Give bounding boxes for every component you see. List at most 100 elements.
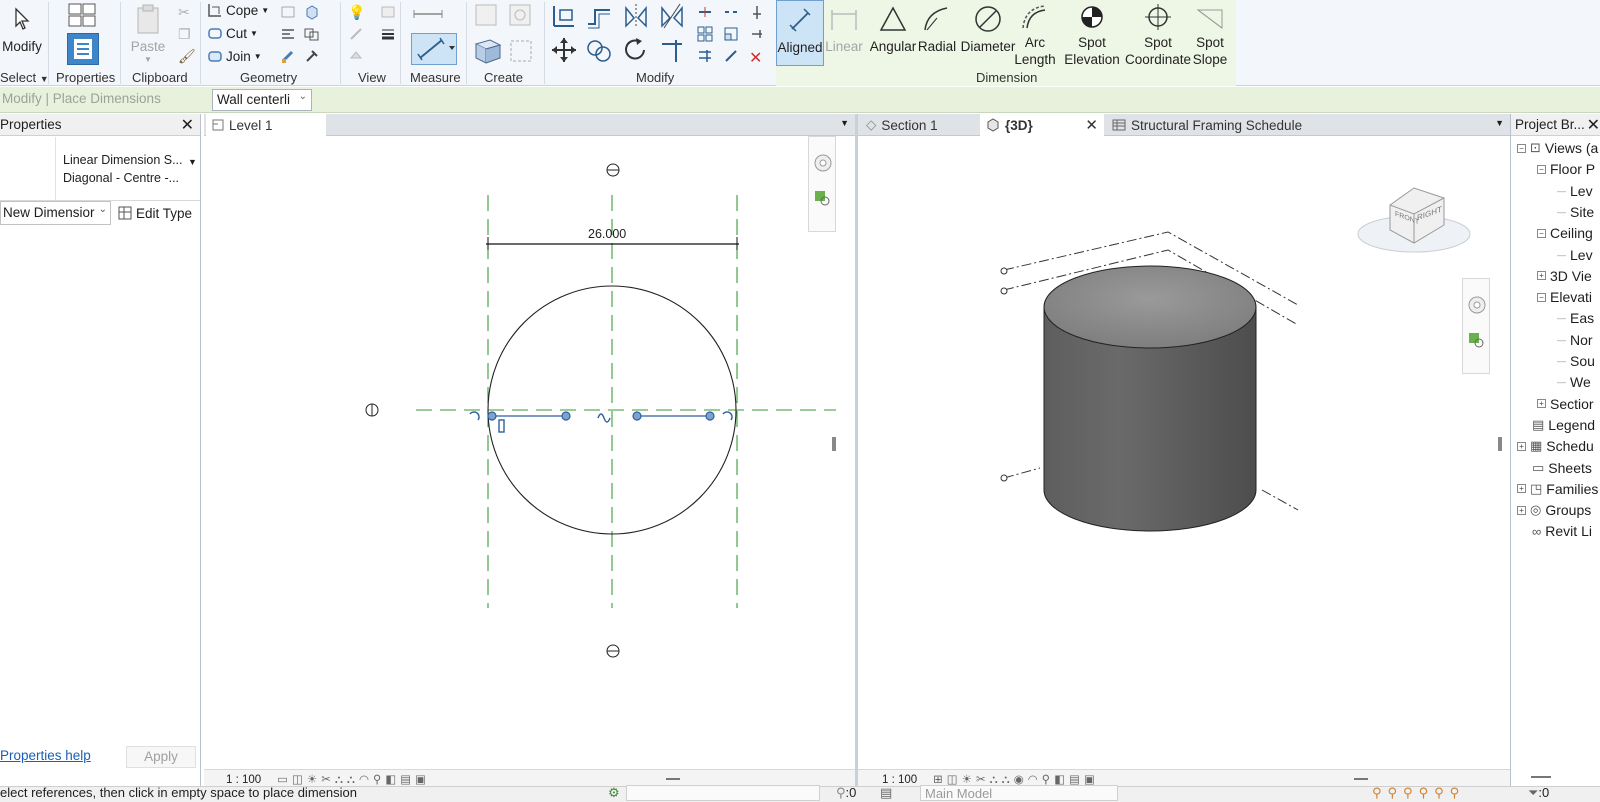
browser-item[interactable]: − ⊡ Views (a: [1517, 140, 1598, 156]
create-parts-icon[interactable]: [508, 2, 532, 28]
browser-item[interactable]: + ◳ Families: [1517, 481, 1598, 497]
demolish-icon[interactable]: [304, 48, 320, 64]
wall-joins-icon[interactable]: [280, 4, 296, 20]
spot-slope-dimension-button[interactable]: Spot Slope: [1188, 0, 1232, 68]
aligned-dimension-button[interactable]: Aligned: [776, 0, 824, 66]
browser-item[interactable]: — Nor: [1557, 332, 1593, 348]
scale-icon[interactable]: [723, 26, 739, 42]
steering-wheel-icon[interactable]: [1467, 295, 1487, 320]
tab-list-dropdown-icon[interactable]: ▼: [1495, 118, 1504, 128]
delete-icon[interactable]: ✕: [749, 48, 765, 67]
viewport-resize-handle[interactable]: [832, 437, 836, 451]
browser-item[interactable]: — We: [1557, 374, 1591, 390]
copy-element-icon[interactable]: [585, 36, 613, 64]
close-icon[interactable]: ✕: [181, 115, 194, 135]
split-gap-icon[interactable]: [723, 4, 739, 20]
browser-item[interactable]: + ▦ Schedu: [1517, 438, 1594, 454]
browser-item[interactable]: — Lev: [1557, 247, 1593, 263]
unpin-icon[interactable]: [723, 48, 739, 64]
arc-length-dimension-button[interactable]: Arc Length: [1013, 0, 1057, 68]
array-icon[interactable]: [697, 26, 713, 42]
modify-button[interactable]: Modify: [0, 0, 44, 68]
design-options-icon[interactable]: ▤: [880, 785, 892, 801]
close-tab-icon[interactable]: ✕: [1085, 116, 1098, 134]
spot-coordinate-dimension-button[interactable]: Spot Coordinate: [1124, 0, 1192, 68]
view-hide-icon[interactable]: [380, 4, 396, 20]
browser-item[interactable]: ▭ Sheets: [1517, 460, 1592, 476]
align-icon[interactable]: [550, 2, 578, 30]
placement-dropdown[interactable]: Wall centerli ⌄: [212, 89, 312, 111]
cut-clipboard-icon[interactable]: ✂: [178, 4, 194, 20]
instance-filter-dropdown[interactable]: New Dimensior ⌄: [0, 201, 111, 225]
scale-selector[interactable]: 1 : 100: [226, 774, 261, 786]
trim-multiple-icon[interactable]: [697, 48, 713, 64]
select-panel-label[interactable]: Select ▼: [0, 70, 49, 85]
browser-item[interactable]: + ◎ Groups: [1517, 502, 1591, 518]
properties-palette-button[interactable]: [67, 33, 99, 65]
angular-dimension-button[interactable]: Angular: [868, 0, 918, 68]
linework-icon[interactable]: [348, 26, 364, 42]
expand-icon[interactable]: +: [1537, 399, 1546, 409]
expand-icon[interactable]: +: [1537, 271, 1546, 281]
split-face-icon[interactable]: [280, 26, 296, 42]
tab-list-dropdown-icon[interactable]: ▼: [840, 118, 849, 128]
aligned-dimension-quick-button[interactable]: [411, 33, 457, 65]
rotate-icon[interactable]: [622, 36, 650, 64]
3d-view-canvas[interactable]: FRONT RIGHT: [858, 137, 1510, 769]
radial-dimension-button[interactable]: Radial: [915, 0, 959, 68]
worksets-icon[interactable]: ⚙: [608, 785, 620, 801]
create-similar-icon[interactable]: [508, 36, 536, 66]
create-assembly-icon[interactable]: [474, 2, 498, 28]
design-option-dropdown[interactable]: Main Model: [920, 785, 1118, 801]
zoom-icon[interactable]: [813, 189, 833, 214]
copy-icon[interactable]: ❐: [178, 26, 194, 42]
split-element-icon[interactable]: [697, 4, 713, 20]
spot-elevation-dimension-button[interactable]: Spot Elevation: [1064, 0, 1120, 68]
expand-icon[interactable]: +: [1517, 441, 1526, 451]
steering-wheel-icon[interactable]: [813, 153, 833, 178]
tab-section-1[interactable]: ◇ Section 1: [860, 114, 980, 136]
lightbulb-icon[interactable]: 💡: [348, 4, 365, 20]
match-properties-icon[interactable]: 🖌: [178, 48, 196, 64]
mirror-pick-axis-icon[interactable]: [622, 2, 650, 30]
browser-item[interactable]: − Ceiling: [1537, 225, 1593, 241]
cope-button[interactable]: Cope ▼: [207, 2, 269, 18]
measure-between-icon[interactable]: [412, 6, 448, 22]
pin-element-icon[interactable]: [749, 26, 765, 42]
trim-extend-icon[interactable]: [658, 36, 686, 64]
browser-item[interactable]: — Lev: [1557, 183, 1593, 199]
cut-geometry-button[interactable]: Cut ▼: [207, 25, 258, 41]
paint-icon[interactable]: [280, 48, 296, 64]
browser-item[interactable]: — Eas: [1557, 310, 1594, 326]
tab-structural-framing-schedule[interactable]: Structural Framing Schedule: [1106, 114, 1466, 136]
level-1-canvas[interactable]: 26.000: [204, 136, 855, 769]
unjoin-icon[interactable]: [304, 26, 320, 42]
move-icon[interactable]: [550, 36, 578, 64]
solid-icon[interactable]: [304, 4, 320, 20]
browser-scrollbar-thumb[interactable]: [1531, 776, 1551, 778]
pin-icon[interactable]: [749, 4, 765, 20]
line-weights-icon[interactable]: [380, 26, 396, 42]
browser-item[interactable]: − Floor P: [1537, 161, 1595, 177]
type-properties-icon[interactable]: [66, 2, 98, 30]
horizontal-scrollbar-thumb[interactable]: [666, 778, 680, 780]
apply-button[interactable]: Apply: [126, 746, 196, 768]
browser-item[interactable]: +3D Vie: [1537, 268, 1592, 284]
collapse-icon[interactable]: −: [1517, 143, 1526, 153]
offset-icon[interactable]: [585, 2, 613, 30]
browser-item[interactable]: − Elevati: [1537, 289, 1592, 305]
browser-item[interactable]: — Sou: [1557, 353, 1595, 369]
properties-help-link[interactable]: Properties help: [0, 748, 91, 763]
diameter-dimension-button[interactable]: Diameter: [958, 0, 1018, 68]
create-group-icon[interactable]: [472, 36, 504, 66]
collapse-icon[interactable]: −: [1537, 292, 1546, 302]
browser-item[interactable]: + Sectior: [1537, 396, 1594, 412]
browser-item[interactable]: — Site: [1557, 204, 1594, 220]
viewport-resize-handle[interactable]: [1498, 437, 1502, 451]
collapse-icon[interactable]: −: [1537, 164, 1546, 174]
browser-item[interactable]: ▤ Legend: [1517, 417, 1595, 433]
horizontal-scrollbar-thumb[interactable]: [1354, 778, 1368, 780]
browser-item[interactable]: ∞ Revit Li: [1517, 523, 1592, 539]
linear-dimension-button[interactable]: Linear: [822, 0, 866, 68]
hide-element-icon[interactable]: [348, 48, 364, 64]
